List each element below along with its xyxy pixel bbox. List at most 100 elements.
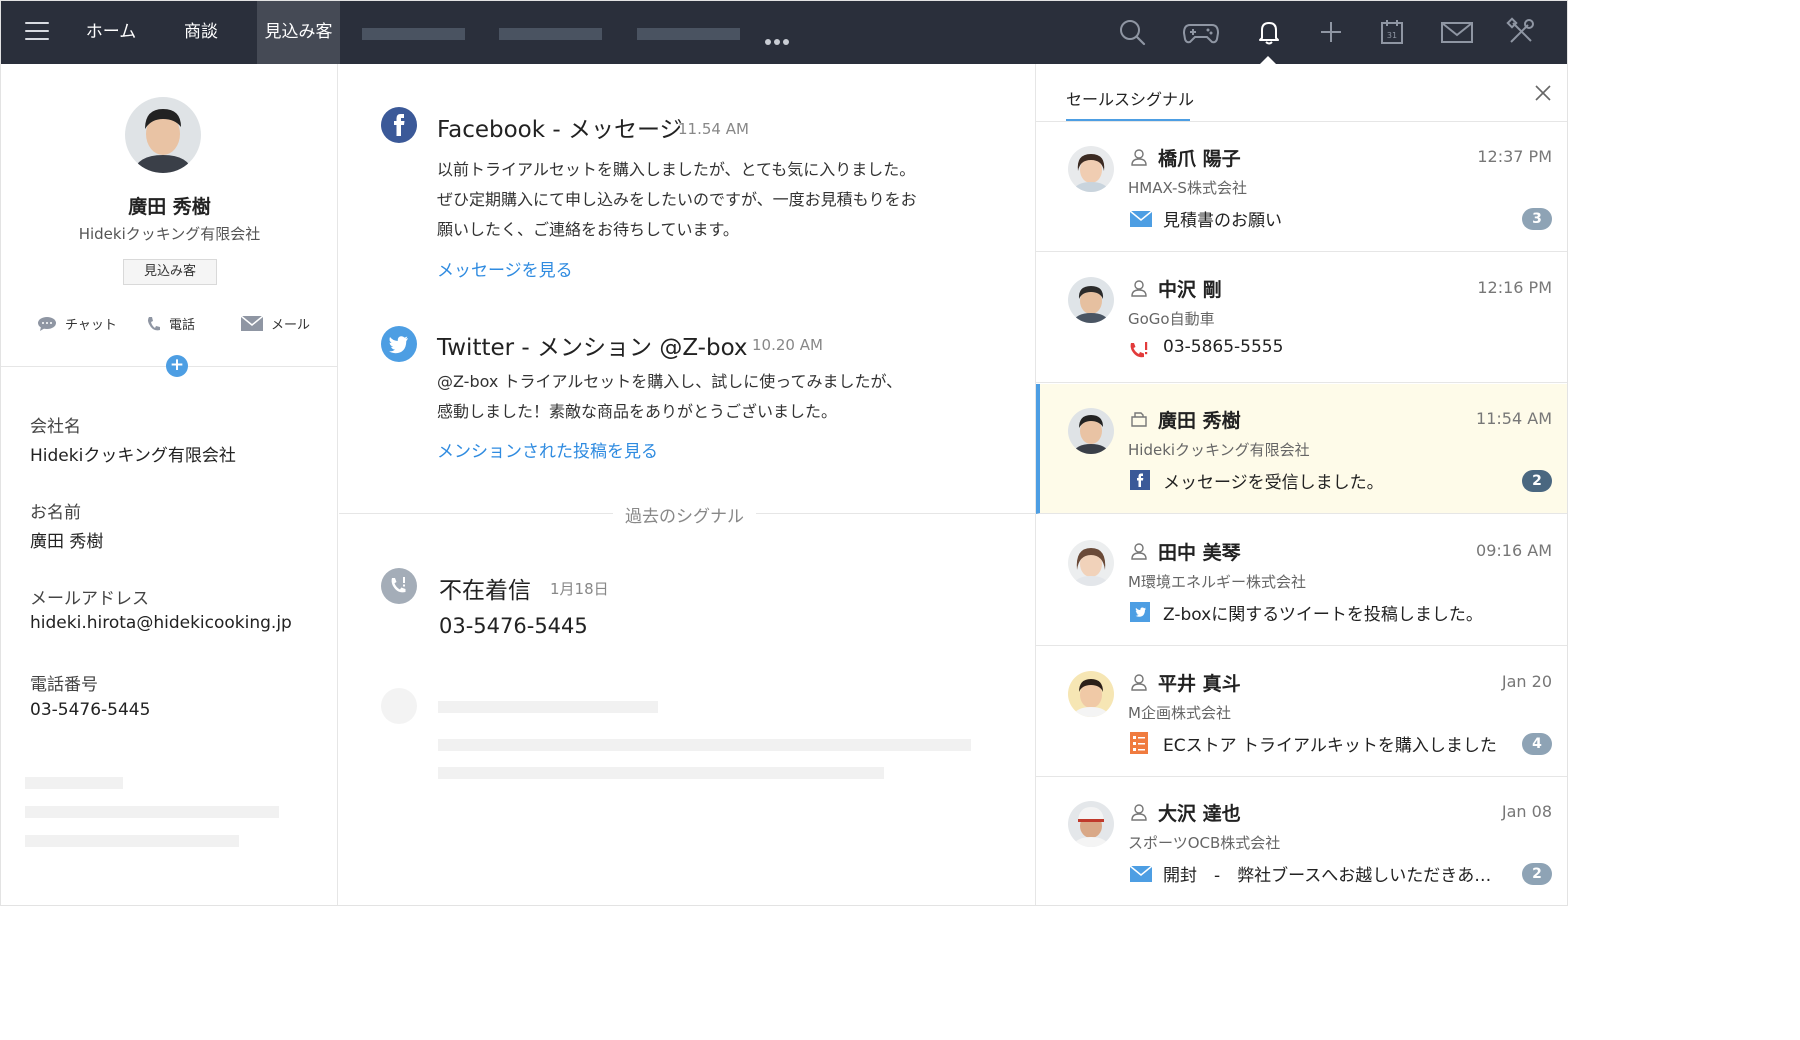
- mail-button[interactable]: メール: [241, 314, 310, 333]
- calendar-icon[interactable]: 31: [1377, 17, 1407, 47]
- twitter-icon: [381, 326, 417, 362]
- close-icon[interactable]: [1532, 82, 1554, 104]
- chat-label: チャット: [65, 318, 117, 333]
- view-message-link[interactable]: メッセージを見る: [437, 256, 573, 281]
- search-icon[interactable]: [1117, 17, 1147, 47]
- signal-name: 中沢 剛: [1158, 279, 1222, 301]
- signal-name: 大沢 達也: [1158, 803, 1241, 825]
- hamburger-menu-icon[interactable]: [25, 22, 49, 42]
- signal-time: 09:16 AM: [1476, 541, 1552, 560]
- person-icon: [1131, 280, 1147, 297]
- gamepad-icon[interactable]: [1182, 17, 1220, 47]
- signal-time: 12:16 PM: [1477, 278, 1552, 297]
- tab-home[interactable]: ホーム: [75, 1, 147, 64]
- count-badge: 2: [1522, 470, 1552, 492]
- status-badge[interactable]: 見込み客: [123, 259, 217, 285]
- signal-company: HMAX-S株式会社: [1128, 179, 1247, 197]
- feed-time-twitter: 10.20 AM: [752, 336, 823, 354]
- tab-placeholder[interactable]: [499, 28, 602, 40]
- loading-placeholder: [381, 688, 417, 724]
- feed-title-twitter: Twitter - メンション @Z-box: [437, 335, 748, 361]
- lead-icon: [1131, 412, 1147, 427]
- contact-name: 廣田 秀樹: [128, 196, 211, 218]
- signal-item[interactable]: 平井 真斗 Jan 20 M企画株式会社 ECストア トライアルキットを購入しま…: [1036, 647, 1567, 777]
- form-icon: [1130, 732, 1148, 754]
- missed-call-icon: [1130, 342, 1148, 358]
- field-value-name: 廣田 秀樹: [30, 532, 104, 552]
- sales-signals-panel: セールスシグナル 橋爪 陽子 12:37 PM HMAX-S株式会社 見積書のお…: [1035, 64, 1567, 905]
- loading-placeholder: [438, 767, 884, 779]
- signal-item[interactable]: 中沢 剛 12:16 PM GoGo自動車 03-5865-5555: [1036, 253, 1567, 383]
- phone-icon: [148, 316, 160, 330]
- signal-message[interactable]: 03-5865-5555: [1163, 337, 1283, 357]
- signal-item[interactable]: 田中 美琴 09:16 AM M環境エネルギー株式会社 Z-boxに関するツイー…: [1036, 516, 1567, 646]
- call-button[interactable]: 電話: [147, 314, 195, 333]
- missed-call-number[interactable]: 03-5476-5445: [439, 614, 588, 638]
- signal-time: Jan 20: [1501, 672, 1552, 691]
- view-mention-link[interactable]: メンションされた投稿を見る: [437, 437, 658, 462]
- signal-item[interactable]: 大沢 達也 Jan 08 スポーツOCB株式会社 開封 - 弊社ブースへお越しい…: [1036, 777, 1567, 905]
- avatar: [1068, 146, 1114, 192]
- add-button[interactable]: +: [166, 355, 188, 377]
- plus-icon[interactable]: [1316, 17, 1346, 47]
- signal-company: M環境エネルギー株式会社: [1128, 573, 1306, 591]
- loading-placeholder: [438, 701, 658, 713]
- missed-call-icon: [381, 568, 417, 604]
- mail-icon: [1130, 210, 1152, 227]
- avatar: [1068, 671, 1114, 717]
- signal-name: 橋爪 陽子: [1158, 148, 1241, 170]
- facebook-icon: [381, 107, 417, 143]
- field-label-company: 会社名: [30, 417, 81, 437]
- facebook-icon: [1130, 470, 1150, 490]
- signal-time: 11:54 AM: [1476, 409, 1552, 428]
- feed-body-twitter: @Z-box トライアルセットを購入し、試しに使ってみましたが、 感動しました！…: [437, 367, 902, 427]
- field-value-company: Hidekiクッキング有限会社: [30, 446, 236, 466]
- activity-feed: Facebook - メッセージ 11.54 AM 以前トライアルセットを購入し…: [339, 64, 1035, 905]
- person-icon: [1131, 674, 1147, 691]
- mail-icon: [241, 316, 263, 331]
- avatar: [1068, 540, 1114, 586]
- feed-title-facebook: Facebook - メッセージ: [437, 117, 683, 143]
- count-badge: 2: [1522, 863, 1552, 885]
- signal-message: 開封 - 弊社ブースへお越しいただきあ…: [1163, 866, 1492, 886]
- feed-line: ぜひ定期購入にて申し込みをしたいのですが、一度お見積もりをお: [437, 190, 917, 209]
- signal-name: 平井 真斗: [1158, 673, 1241, 695]
- count-badge: 3: [1522, 208, 1552, 230]
- signal-company: M企画株式会社: [1128, 704, 1231, 722]
- field-value-email: hideki.hirota@hidekicooking.jp: [30, 613, 292, 633]
- feed-date-missed-call: 1月18日: [550, 580, 609, 598]
- mail-label: メール: [271, 318, 311, 333]
- loading-placeholder: [438, 739, 971, 751]
- feed-time-facebook: 11.54 AM: [678, 120, 749, 138]
- person-icon: [1131, 543, 1147, 560]
- top-nav-bar: ホーム 商談 見込み客 31: [1, 1, 1567, 64]
- avatar: [1068, 277, 1114, 323]
- contact-panel: 廣田 秀樹 Hidekiクッキング有限会社 見込み客 チャット 電話 メール +…: [1, 64, 338, 905]
- signal-message: メッセージを受信しました。: [1163, 473, 1384, 493]
- loading-placeholder: [25, 777, 123, 789]
- count-badge: 4: [1522, 733, 1552, 755]
- signal-company: GoGo自動車: [1128, 310, 1215, 328]
- bell-icon[interactable]: [1254, 17, 1284, 47]
- past-signals-label: 過去のシグナル: [613, 502, 756, 527]
- loading-placeholder: [25, 835, 239, 847]
- feed-line: 願いしたく、ご連絡をお待ちしています。: [437, 220, 739, 239]
- chat-button[interactable]: チャット: [37, 314, 117, 333]
- more-tabs-icon[interactable]: [765, 30, 792, 49]
- chat-icon: [38, 316, 56, 331]
- tab-placeholder[interactable]: [362, 28, 465, 40]
- tools-icon[interactable]: [1506, 17, 1536, 47]
- signal-message: ECストア トライアルキットを購入しました: [1163, 736, 1497, 756]
- signal-item[interactable]: 橋爪 陽子 12:37 PM HMAX-S株式会社 見積書のお願い 3: [1036, 122, 1567, 252]
- field-label-name: お名前: [30, 503, 81, 523]
- signal-company: Hidekiクッキング有限会社: [1128, 441, 1310, 459]
- active-tab-indicator: [1066, 119, 1190, 121]
- tab-leads[interactable]: 見込み客: [257, 1, 340, 64]
- signal-time: 12:37 PM: [1477, 147, 1552, 166]
- tab-placeholder[interactable]: [637, 28, 740, 40]
- avatar[interactable]: [125, 97, 201, 173]
- signal-item-selected[interactable]: 廣田 秀樹 11:54 AM Hidekiクッキング有限会社 メッセージを受信し…: [1036, 384, 1567, 514]
- mail-icon[interactable]: [1440, 17, 1474, 47]
- person-icon: [1131, 804, 1147, 821]
- tab-deals[interactable]: 商談: [171, 1, 231, 64]
